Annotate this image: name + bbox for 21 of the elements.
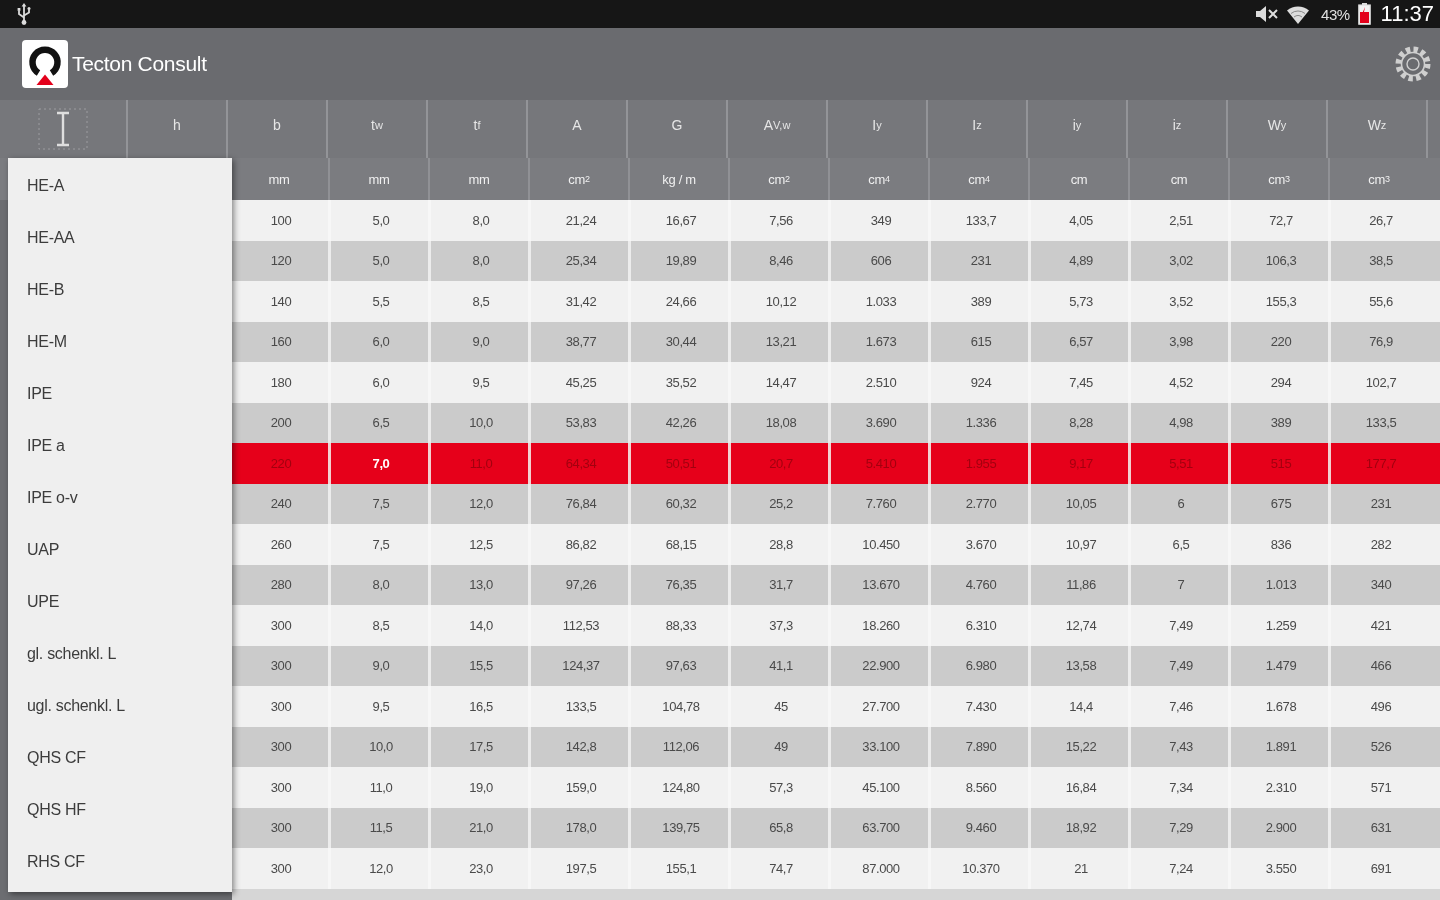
mute-icon: [1255, 4, 1280, 24]
table-cell: 3.550: [1228, 848, 1328, 889]
i-beam-icon: [38, 108, 88, 150]
table-cell: 21: [1028, 848, 1128, 889]
table-cell: 197,5: [528, 848, 628, 889]
table-cell: 74,7: [728, 848, 828, 889]
table-cell: 155,1: [628, 848, 728, 889]
table-cell: 7,24: [1128, 848, 1228, 889]
usb-icon: [16, 3, 32, 25]
table-cell: 87.000: [828, 848, 928, 889]
clock: 11:37: [1380, 1, 1434, 27]
battery-icon: [1357, 3, 1371, 25]
settings-icon[interactable]: [1394, 45, 1432, 83]
table-cell: 691: [1328, 848, 1428, 889]
wifi-icon: [1287, 4, 1310, 24]
battery-percent: 43%: [1321, 5, 1350, 23]
table-cell: 23,0: [428, 848, 528, 889]
logo-icon: [22, 40, 68, 88]
app-title: Tecton Consult: [72, 52, 207, 76]
table-cell: 10.370: [928, 848, 1028, 889]
table-cell: 12,0: [328, 848, 428, 889]
